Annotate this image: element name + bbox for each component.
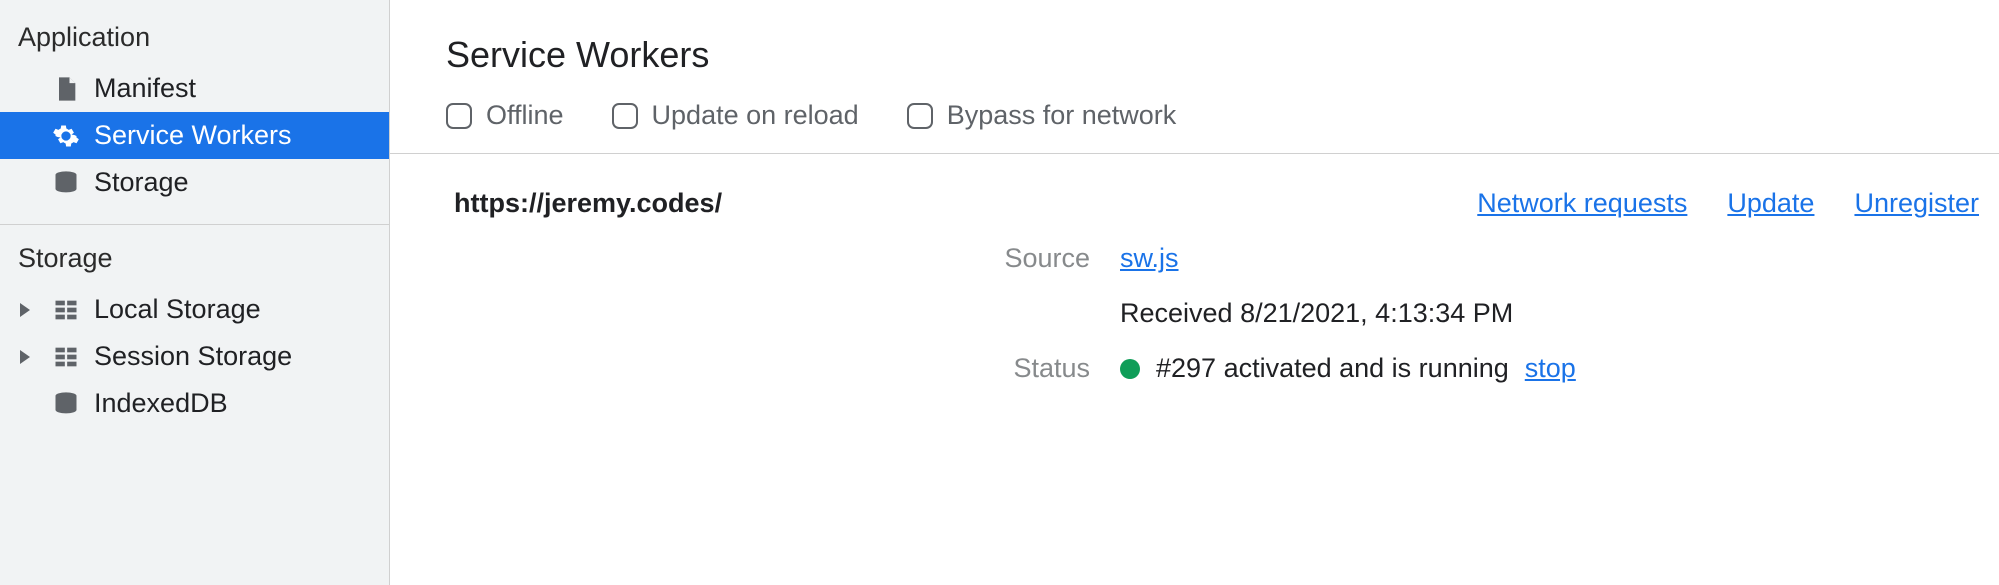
- update-link[interactable]: Update: [1727, 188, 1814, 219]
- gear-icon: [52, 122, 80, 150]
- checkbox-icon[interactable]: [907, 103, 933, 129]
- unregister-link[interactable]: Unregister: [1854, 188, 1979, 219]
- sidebar-item-label: Storage: [94, 167, 189, 198]
- main-panel: Service Workers Offline Update on reload…: [390, 0, 1999, 585]
- source-value: sw.js: [1120, 243, 1999, 274]
- sidebar-item-indexeddb[interactable]: IndexedDB: [0, 380, 389, 427]
- option-offline[interactable]: Offline: [446, 100, 564, 131]
- source-file-link[interactable]: sw.js: [1120, 243, 1179, 274]
- source-label: Source: [770, 243, 1090, 274]
- grid-icon: [52, 296, 80, 324]
- section-header-application: Application: [0, 12, 389, 65]
- service-worker-block: https://jeremy.codes/ Network requests U…: [390, 154, 1999, 384]
- sidebar-item-label: Local Storage: [94, 294, 261, 325]
- sidebar-item-storage[interactable]: Storage: [0, 159, 389, 206]
- chevron-right-icon: [20, 350, 30, 364]
- sidebar-item-label: IndexedDB: [94, 388, 228, 419]
- sidebar-item-label: Session Storage: [94, 341, 292, 372]
- sidebar-item-label: Service Workers: [94, 120, 292, 151]
- chevron-right-icon: [20, 303, 30, 317]
- option-label: Update on reload: [652, 100, 859, 131]
- checkbox-icon[interactable]: [446, 103, 472, 129]
- status-text: #297 activated and is running: [1156, 353, 1509, 384]
- status-indicator-icon: [1120, 359, 1140, 379]
- sw-actions: Network requests Update Unregister: [1477, 188, 1979, 219]
- checkbox-icon[interactable]: [612, 103, 638, 129]
- sw-header: https://jeremy.codes/ Network requests U…: [390, 188, 1999, 243]
- option-bypass-for-network[interactable]: Bypass for network: [907, 100, 1177, 131]
- sidebar: Application Manifest Service Workers Sto…: [0, 0, 390, 585]
- options-row: Offline Update on reload Bypass for netw…: [390, 94, 1999, 154]
- grid-icon: [52, 343, 80, 371]
- sidebar-item-manifest[interactable]: Manifest: [0, 65, 389, 112]
- database-icon: [52, 169, 80, 197]
- section-divider: [0, 224, 389, 225]
- sw-origin: https://jeremy.codes/: [454, 188, 722, 219]
- option-label: Bypass for network: [947, 100, 1177, 131]
- option-update-on-reload[interactable]: Update on reload: [612, 100, 859, 131]
- database-icon: [52, 390, 80, 418]
- sw-detail-grid: Source sw.js Received 8/21/2021, 4:13:34…: [390, 243, 1999, 384]
- network-requests-link[interactable]: Network requests: [1477, 188, 1687, 219]
- panel-title: Service Workers: [390, 0, 1999, 94]
- stop-link[interactable]: stop: [1525, 353, 1576, 384]
- sidebar-item-service-workers[interactable]: Service Workers: [0, 112, 389, 159]
- sidebar-item-session-storage[interactable]: Session Storage: [0, 333, 389, 380]
- sidebar-item-label: Manifest: [94, 73, 196, 104]
- status-value: #297 activated and is running stop: [1120, 353, 1999, 384]
- sidebar-item-local-storage[interactable]: Local Storage: [0, 286, 389, 333]
- received-spacer: [770, 298, 1090, 329]
- status-label: Status: [770, 353, 1090, 384]
- received-value: Received 8/21/2021, 4:13:34 PM: [1120, 298, 1999, 329]
- file-icon: [52, 75, 80, 103]
- option-label: Offline: [486, 100, 564, 131]
- section-header-storage: Storage: [0, 233, 389, 286]
